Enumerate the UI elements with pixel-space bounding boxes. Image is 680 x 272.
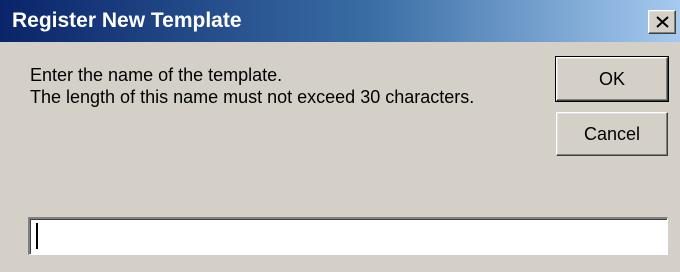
cancel-button[interactable]: Cancel (556, 112, 668, 156)
instruction-line-1: Enter the name of the template. (30, 65, 283, 85)
ok-button[interactable]: OK (555, 56, 669, 102)
close-button[interactable] (648, 10, 676, 34)
instruction-text: Enter the name of the template. The leng… (30, 64, 474, 108)
register-template-dialog: Register New Template Enter the name of … (0, 0, 680, 272)
text-caret (36, 223, 38, 249)
template-name-input[interactable] (28, 217, 668, 255)
dialog-title: Register New Template (12, 9, 242, 32)
close-icon (656, 16, 669, 28)
title-bar: Register New Template (0, 0, 680, 42)
instruction-line-2: The length of this name must not exceed … (30, 87, 475, 107)
